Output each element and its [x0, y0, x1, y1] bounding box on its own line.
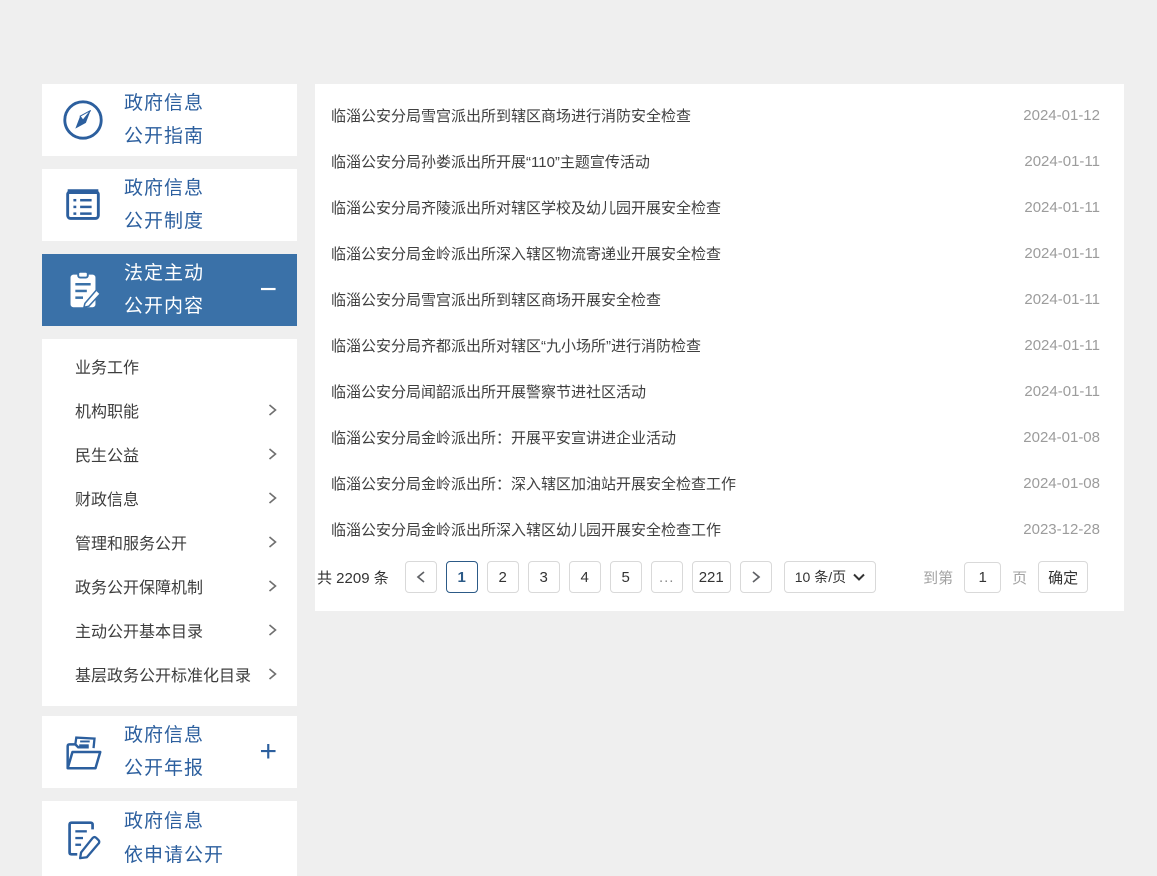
expand-icon[interactable]: +	[259, 737, 277, 767]
ledger-icon	[42, 182, 124, 228]
list-item-title[interactable]: 临淄公安分局金岭派出所深入辖区物流寄递业开展安全检查	[331, 243, 721, 264]
sidebar-subitem-business-work[interactable]: 业务工作	[42, 344, 297, 388]
list-item-title[interactable]: 临淄公安分局金岭派出所：开展平安宣讲进企业活动	[331, 427, 676, 448]
page-size-select[interactable]: 10 条/页	[784, 561, 876, 593]
more-pages-button[interactable]: ...	[651, 561, 683, 593]
list-item-date: 2024-01-11	[1024, 337, 1100, 354]
list-item[interactable]: 临淄公安分局闻韶派出所开展警察节进社区活动 2024-01-11	[315, 368, 1124, 414]
goto-unit-label: 页	[1012, 567, 1027, 588]
news-list-panel: 临淄公安分局雪宫派出所到辖区商场进行消防安全检查 2024-01-12 临淄公安…	[315, 84, 1124, 611]
sidebar-item-label: 政府信息公开年报	[124, 719, 204, 786]
list-item[interactable]: 临淄公安分局金岭派出所：开展平安宣讲进企业活动 2024-01-08	[315, 414, 1124, 460]
list-item-title[interactable]: 临淄公安分局雪宫派出所到辖区商场开展安全检查	[331, 289, 661, 310]
list-item-title[interactable]: 临淄公安分局金岭派出所：深入辖区加油站开展安全检查工作	[331, 473, 736, 494]
list-item-date: 2024-01-12	[1023, 107, 1100, 124]
chevron-right-icon	[266, 667, 279, 681]
page-button-2[interactable]: 2	[487, 561, 519, 593]
list-item-date: 2024-01-08	[1023, 429, 1100, 446]
list-item-date: 2024-01-11	[1024, 199, 1100, 216]
list-item-title[interactable]: 临淄公安分局雪宫派出所到辖区商场进行消防安全检查	[331, 105, 691, 126]
next-page-button[interactable]	[740, 561, 772, 593]
sidebar-item-legal-disclosure[interactable]: 法定主动公开内容 −	[42, 254, 297, 326]
total-count: 共 2209 条	[317, 567, 389, 588]
prev-page-button[interactable]	[405, 561, 437, 593]
chevron-left-icon	[415, 570, 427, 584]
sidebar-subitem-grassroots-catalog[interactable]: 基层政务公开标准化目录	[42, 652, 297, 696]
goto-page-group: 到第 页 确定	[923, 561, 1088, 593]
sidebar-item-annual-report[interactable]: 政府信息公开年报 +	[42, 716, 297, 788]
list-item[interactable]: 临淄公安分局雪宫派出所到辖区商场开展安全检查 2024-01-11	[315, 276, 1124, 322]
list-item-date: 2024-01-11	[1024, 153, 1100, 170]
chevron-right-icon	[266, 535, 279, 549]
document-pen-icon	[42, 816, 124, 862]
list-item[interactable]: 临淄公安分局齐都派出所对辖区“九小场所”进行消防检查 2024-01-11	[315, 322, 1124, 368]
folder-documents-icon	[42, 729, 124, 775]
chevron-right-icon	[750, 570, 762, 584]
sidebar: 政府信息公开指南 政府信息公开制度	[42, 84, 297, 876]
sidebar-subitem-organization[interactable]: 机构职能	[42, 388, 297, 432]
sidebar-item-guide[interactable]: 政府信息公开指南	[42, 84, 297, 156]
sidebar-item-label: 法定主动公开内容	[124, 257, 204, 324]
list-item[interactable]: 临淄公安分局金岭派出所：深入辖区加油站开展安全检查工作 2024-01-08	[315, 460, 1124, 506]
page-button-1[interactable]: 1	[446, 561, 478, 593]
list-item[interactable]: 临淄公安分局金岭派出所深入辖区物流寄递业开展安全检查 2024-01-11	[315, 230, 1124, 276]
confirm-button[interactable]: 确定	[1038, 561, 1088, 593]
sidebar-subitem-basic-catalog[interactable]: 主动公开基本目录	[42, 608, 297, 652]
chevron-right-icon	[266, 491, 279, 505]
caret-down-icon	[853, 573, 865, 581]
list-item-date: 2024-01-11	[1024, 245, 1100, 262]
goto-page-input[interactable]	[964, 562, 1001, 593]
pagination: 共 2209 条 1 2 3 4 5 ... 221 10 条/页 到第 页 确…	[315, 561, 1124, 593]
page-button-4[interactable]: 4	[569, 561, 601, 593]
compass-icon	[42, 97, 124, 143]
chevron-right-icon	[266, 623, 279, 637]
list-item-title[interactable]: 临淄公安分局孙娄派出所开展“110”主题宣传活动	[331, 151, 650, 172]
list-item-title[interactable]: 临淄公安分局闻韶派出所开展警察节进社区活动	[331, 381, 646, 402]
sidebar-item-disclosure-upon-request[interactable]: 政府信息依申请公开	[42, 801, 297, 876]
chevron-right-icon	[266, 447, 279, 461]
sidebar-item-label: 政府信息公开指南	[124, 87, 204, 154]
page-button-3[interactable]: 3	[528, 561, 560, 593]
list-item-date: 2024-01-11	[1024, 383, 1100, 400]
list-item-date: 2024-01-11	[1024, 291, 1100, 308]
sidebar-item-label: 政府信息公开制度	[124, 172, 204, 239]
sidebar-subitem-guarantee-mechanism[interactable]: 政务公开保障机制	[42, 564, 297, 608]
list-item[interactable]: 临淄公安分局雪宫派出所到辖区商场进行消防安全检查 2024-01-12	[315, 92, 1124, 138]
sidebar-item-label: 政府信息依申请公开	[124, 805, 224, 872]
sidebar-subitem-livelihood[interactable]: 民生公益	[42, 432, 297, 476]
clipboard-pen-icon	[42, 267, 124, 313]
list-item[interactable]: 临淄公安分局齐陵派出所对辖区学校及幼儿园开展安全检查 2024-01-11	[315, 184, 1124, 230]
page-button-221[interactable]: 221	[692, 561, 731, 593]
list-item-date: 2023-12-28	[1023, 521, 1100, 538]
goto-label: 到第	[923, 567, 953, 588]
collapse-icon[interactable]: −	[259, 275, 277, 305]
sidebar-subitem-management-service[interactable]: 管理和服务公开	[42, 520, 297, 564]
sidebar-item-system[interactable]: 政府信息公开制度	[42, 169, 297, 241]
list-item-date: 2024-01-08	[1023, 475, 1100, 492]
chevron-right-icon	[266, 579, 279, 593]
list-item-title[interactable]: 临淄公安分局金岭派出所深入辖区幼儿园开展安全检查工作	[331, 519, 721, 540]
sidebar-subitem-finance[interactable]: 财政信息	[42, 476, 297, 520]
chevron-right-icon	[266, 403, 279, 417]
sidebar-submenu: 业务工作 机构职能 民生公益 财政信息 管理和服务公开 政务公开保障机制 主动公…	[42, 339, 297, 706]
list-item[interactable]: 临淄公安分局孙娄派出所开展“110”主题宣传活动 2024-01-11	[315, 138, 1124, 184]
page-button-5[interactable]: 5	[610, 561, 642, 593]
list-item-title[interactable]: 临淄公安分局齐陵派出所对辖区学校及幼儿园开展安全检查	[331, 197, 721, 218]
list-item-title[interactable]: 临淄公安分局齐都派出所对辖区“九小场所”进行消防检查	[331, 335, 701, 356]
list-item[interactable]: 临淄公安分局金岭派出所深入辖区幼儿园开展安全检查工作 2023-12-28	[315, 506, 1124, 552]
